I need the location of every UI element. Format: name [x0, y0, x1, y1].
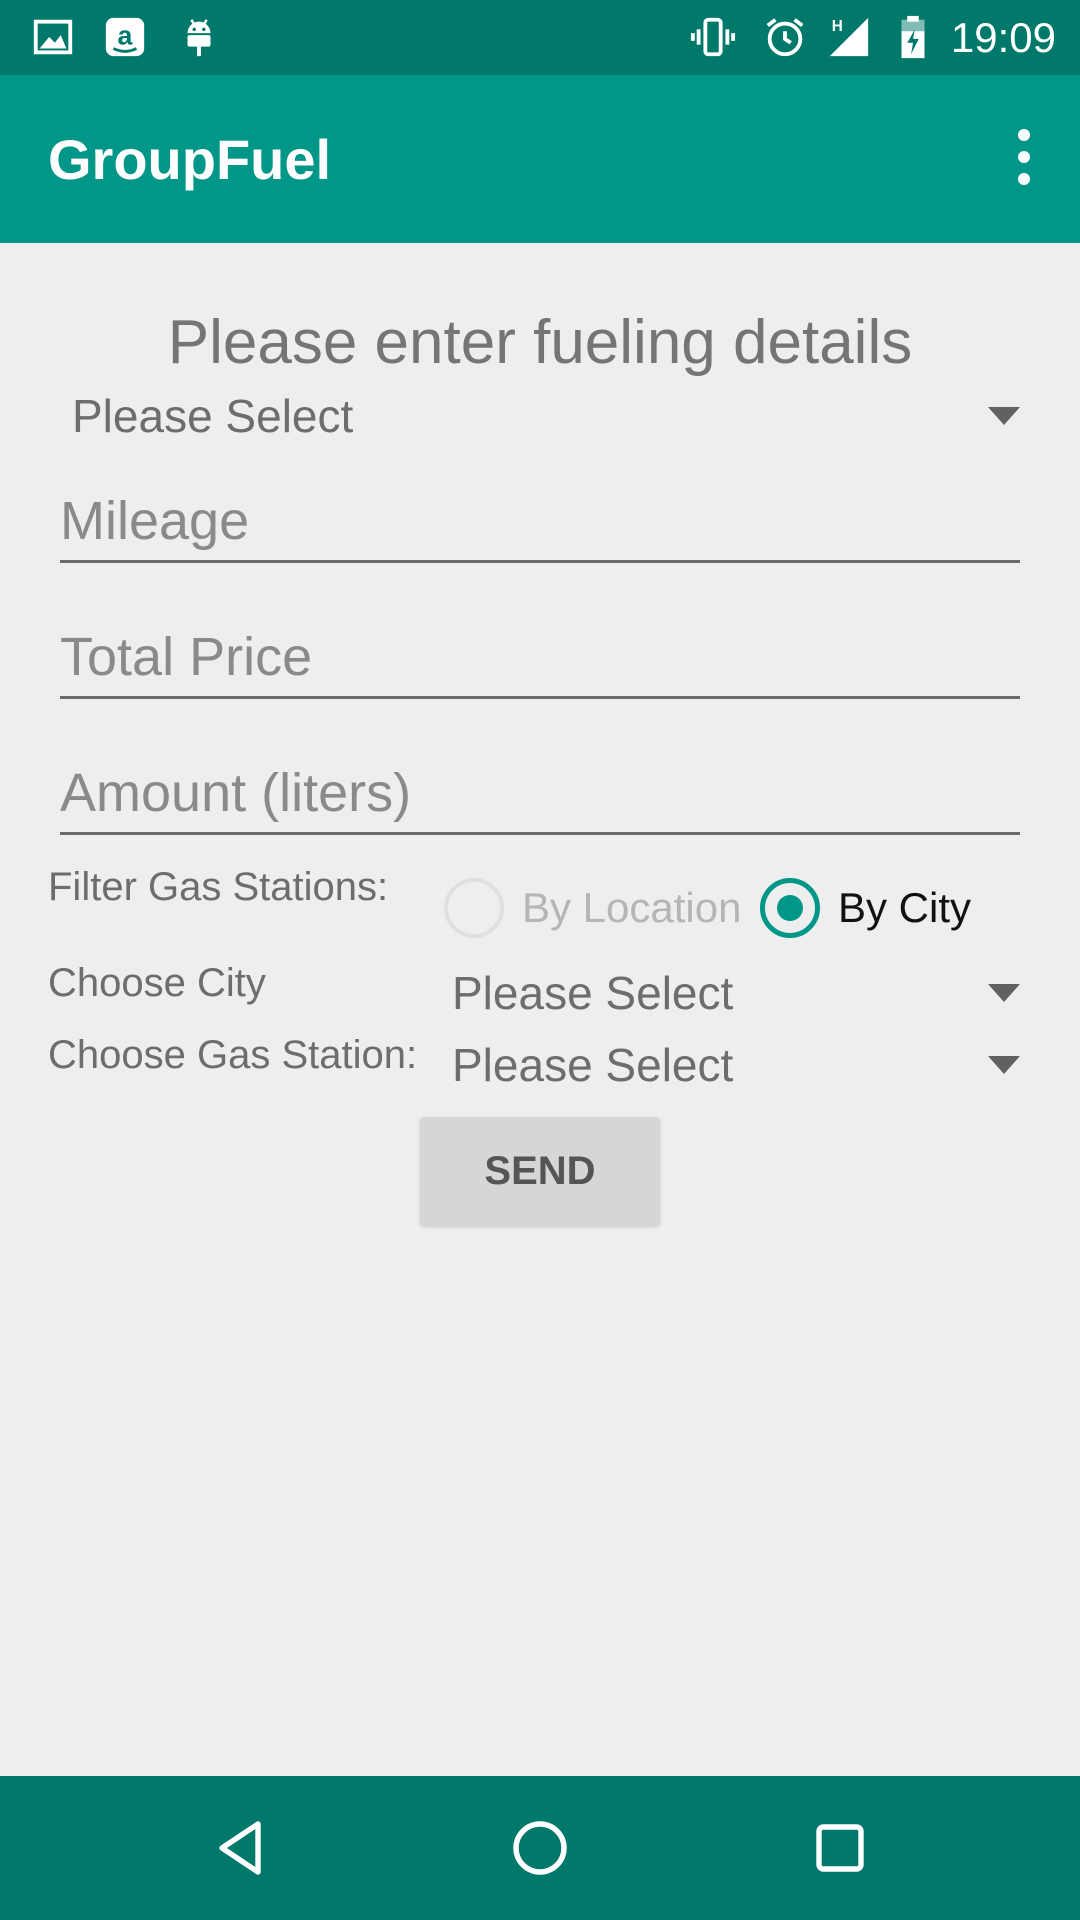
svg-text:H: H	[832, 18, 843, 35]
navigation-bar	[0, 1776, 1080, 1920]
android-icon	[187, 19, 211, 57]
car-select-spinner[interactable]: Please Select	[72, 383, 1020, 449]
amount-field-container	[60, 735, 1020, 835]
choose-city-label: Choose City	[48, 961, 266, 1005]
svg-text:a: a	[118, 21, 134, 51]
car-select-value: Please Select	[72, 390, 354, 442]
status-time: 19:09	[950, 14, 1056, 61]
radio-by-location[interactable]: By Location	[444, 873, 764, 943]
home-icon[interactable]	[504, 1812, 576, 1884]
recents-icon[interactable]	[804, 1812, 876, 1884]
choose-station-label: Choose Gas Station:	[48, 1033, 418, 1077]
fueling-form: Please enter fueling details Please Sele…	[0, 243, 1080, 1776]
status-bar: a H 19:09	[0, 0, 1080, 75]
alarm-icon	[766, 18, 804, 57]
radio-by-location-label: By Location	[522, 884, 742, 931]
mileage-input[interactable]	[60, 490, 1020, 552]
city-select-value: Please Select	[452, 967, 734, 1019]
radio-by-city-label: By City	[838, 884, 972, 931]
chevron-down-icon	[988, 984, 1020, 1002]
battery-charging-icon	[901, 15, 925, 59]
chevron-down-icon	[988, 1056, 1020, 1074]
overflow-menu-icon[interactable]	[1004, 129, 1044, 189]
image-icon	[33, 19, 73, 55]
filter-label: Filter Gas Stations:	[48, 865, 389, 909]
chevron-down-icon	[988, 407, 1020, 425]
radio-by-city[interactable]: By City	[760, 873, 1020, 943]
form-heading: Please enter fueling details	[167, 308, 913, 377]
total-price-field-container	[60, 599, 1020, 699]
station-select-value: Please Select	[452, 1039, 734, 1091]
signal-h-icon: H	[829, 17, 869, 57]
vibrate-icon	[690, 17, 736, 57]
total-price-input[interactable]	[60, 626, 1020, 688]
back-icon[interactable]	[204, 1812, 276, 1884]
radio-checked-icon	[760, 878, 820, 938]
station-select-spinner[interactable]: Please Select	[452, 1032, 1020, 1098]
mileage-field-container	[60, 463, 1020, 563]
city-select-spinner[interactable]: Please Select	[452, 960, 1020, 1026]
send-button[interactable]: SEND	[420, 1117, 660, 1225]
amount-input[interactable]	[60, 762, 1020, 824]
app-bar: GroupFuel	[0, 75, 1080, 243]
radio-unchecked-icon	[444, 878, 504, 938]
filter-radio-group: By Location By City	[444, 873, 1044, 943]
app-title: GroupFuel	[48, 128, 332, 191]
amazon-icon: a	[105, 17, 145, 57]
